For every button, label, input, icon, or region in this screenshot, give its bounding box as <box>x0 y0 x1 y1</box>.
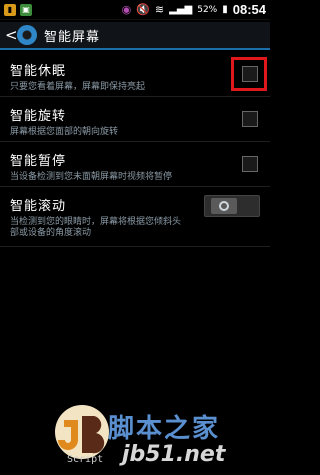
watermark-url: jb51.net <box>122 442 226 467</box>
security-icon: ◉ <box>121 3 132 16</box>
watermark-script: Script <box>67 454 104 465</box>
toggle-off-icon <box>219 201 229 211</box>
jb-logo-icon <box>55 405 109 459</box>
wifi-icon: ≋ <box>154 3 165 16</box>
smart-scroll-toggle[interactable] <box>204 195 260 217</box>
setting-description: 当设备检测到您未面朝屏幕时视频将暂停 <box>10 172 173 182</box>
notification-area: ▮ ▣ <box>4 3 32 16</box>
settings-list: 智能休眠 只要您看着屏幕，屏幕即保持亮起 智能旋转 屏幕根据您面部的朝向旋转 智… <box>0 52 270 247</box>
setting-description: 屏幕根据您面部的朝向旋转 <box>10 127 119 137</box>
setting-smart-rotation[interactable]: 智能旋转 屏幕根据您面部的朝向旋转 <box>0 97 270 142</box>
watermark-main: 脚本之家 <box>108 414 221 444</box>
battery-icon: ▮ <box>222 4 228 15</box>
setting-smart-scroll[interactable]: 智能滚动 当检测到您的眼睛时，屏幕将根据您倾斜头部或设备的角度滚动 <box>0 187 270 247</box>
sim-icon: ▮ <box>4 3 16 16</box>
setting-smart-stay[interactable]: 智能休眠 只要您看着屏幕，屏幕即保持亮起 <box>0 52 270 97</box>
status-bar: ▮ ▣ ◉ 🔇 ≋ ▂▄▆ 52% ▮ 08:54 <box>0 0 270 20</box>
back-button[interactable]: < <box>5 26 18 44</box>
signal-icon: ▂▄▆ <box>169 4 193 15</box>
smart-rotation-checkbox[interactable] <box>242 111 258 127</box>
setting-description: 只要您看着屏幕，屏幕即保持亮起 <box>10 82 146 92</box>
no-sound-icon: 🔇 <box>136 3 150 16</box>
setting-title: 智能暂停 <box>10 154 67 169</box>
setting-title: 智能旋转 <box>10 109 67 124</box>
setting-description: 当检测到您的眼睛时，屏幕将根据您倾斜头部或设备的角度滚动 <box>10 217 182 238</box>
smart-pause-checkbox[interactable] <box>242 156 258 172</box>
gear-icon[interactable] <box>17 25 37 45</box>
page-title: 智能屏幕 <box>44 29 101 45</box>
photo-icon: ▣ <box>20 3 32 16</box>
battery-percent: 52% <box>197 4 218 15</box>
clock: 08:54 <box>232 2 266 17</box>
setting-smart-pause[interactable]: 智能暂停 当设备检测到您未面朝屏幕时视频将暂停 <box>0 142 270 187</box>
watermark: 脚本之家 jb51.net Script <box>52 402 270 475</box>
toggle-knob[interactable] <box>211 198 237 214</box>
status-icons: ◉ 🔇 ≋ ▂▄▆ 52% ▮ 08:54 <box>122 2 266 17</box>
highlight-box <box>231 57 267 91</box>
action-bar: < 智能屏幕 <box>0 22 270 50</box>
